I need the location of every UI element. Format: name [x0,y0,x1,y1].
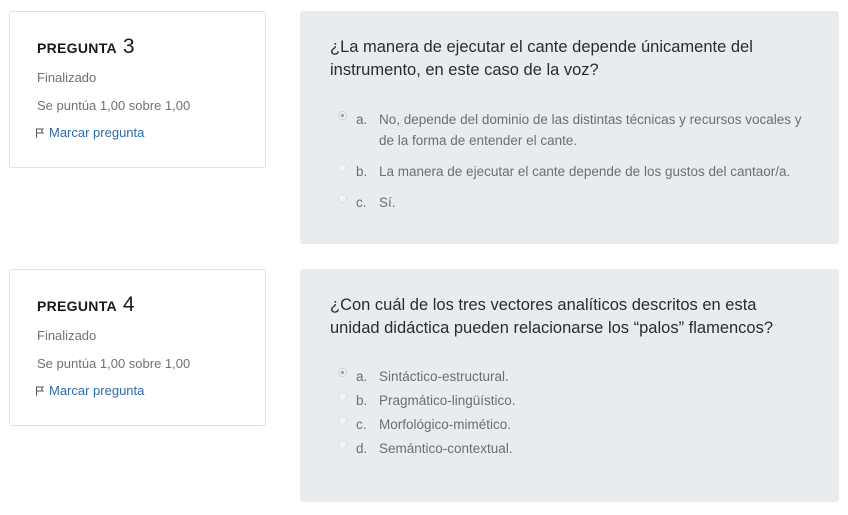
flag-icon [36,128,44,138]
question-number: 4 [122,293,135,316]
flag-question-link[interactable]: Marcar pregunta [35,383,144,398]
answer-option-a[interactable]: a. No, depende del dominio de las distin… [338,109,808,151]
answer-option-c[interactable]: c. Morfológico-mimético. [338,414,808,435]
question-label: PREGUNTA [37,298,117,314]
answer-letter: a. [356,369,368,384]
answer-option-a[interactable]: a. Sintáctico-estructural. [338,366,808,387]
answer-text: No, depende del dominio de las distintas… [379,112,802,148]
answer-option-b[interactable]: b. Pragmático-lingüístico. [338,390,808,411]
answer-letter: c. [356,195,367,210]
answer-letter: c. [356,417,367,432]
radio-selected-icon[interactable] [338,111,347,120]
radio-icon[interactable] [338,392,347,401]
answer-text: Sí. [379,195,396,210]
flag-question-label: Marcar pregunta [49,125,145,140]
question-state: Finalizado [37,70,97,85]
question-number: 3 [122,35,135,58]
answer-letter: d. [356,441,368,456]
radio-selected-icon[interactable] [338,368,347,377]
answer-letter: b. [356,164,368,179]
question-info-panel: PREGUNTA 4 Finalizado Se puntúa 1,00 sobr… [9,269,266,426]
flag-question-label: Marcar pregunta [49,383,145,398]
question-grade: Se puntúa 1,00 sobre 1,00 [37,98,191,113]
answer-letter: b. [356,393,368,408]
question-label: PREGUNTA [37,40,117,56]
answer-option-d[interactable]: d. Semántico-contextual. [338,438,808,459]
answer-option-b[interactable]: b. La manera de ejecutar el cante depend… [338,161,808,182]
question-text: ¿Con cuál de los tres vectores analítico… [330,296,774,337]
question-content: ¿La manera de ejecutar el cante depende … [300,11,839,244]
answer-text: Pragmático-lingüístico. [379,393,516,408]
question-text: ¿La manera de ejecutar el cante depende … [330,38,753,79]
answer-text: Morfológico-mimético. [379,417,512,432]
question-grade: Se puntúa 1,00 sobre 1,00 [37,356,191,371]
answer-text: Sintáctico-estructural. [379,369,509,384]
radio-icon[interactable] [338,416,347,425]
radio-icon[interactable] [338,194,347,203]
radio-icon[interactable] [338,440,347,449]
answer-list: a. Sintáctico-estructural. b. Pragmático… [338,366,808,462]
answer-text: Semántico-contextual. [379,441,513,456]
answer-text: La manera de ejecutar el cante depende d… [379,164,791,179]
answer-list: a. No, depende del dominio de las distin… [338,109,808,223]
answer-option-c[interactable]: c. Sí. [338,192,808,213]
question-heading: PREGUNTA 4 [37,293,135,317]
question-info-panel: PREGUNTA 3 Finalizado Se puntúa 1,00 sobr… [9,11,266,168]
question-state: Finalizado [37,328,97,343]
question-content: ¿Con cuál de los tres vectores analítico… [300,269,839,502]
question-heading: PREGUNTA 3 [37,35,135,59]
answer-letter: a. [356,112,368,127]
flag-question-link[interactable]: Marcar pregunta [35,125,144,140]
flag-icon [36,386,44,396]
radio-icon[interactable] [338,163,347,172]
